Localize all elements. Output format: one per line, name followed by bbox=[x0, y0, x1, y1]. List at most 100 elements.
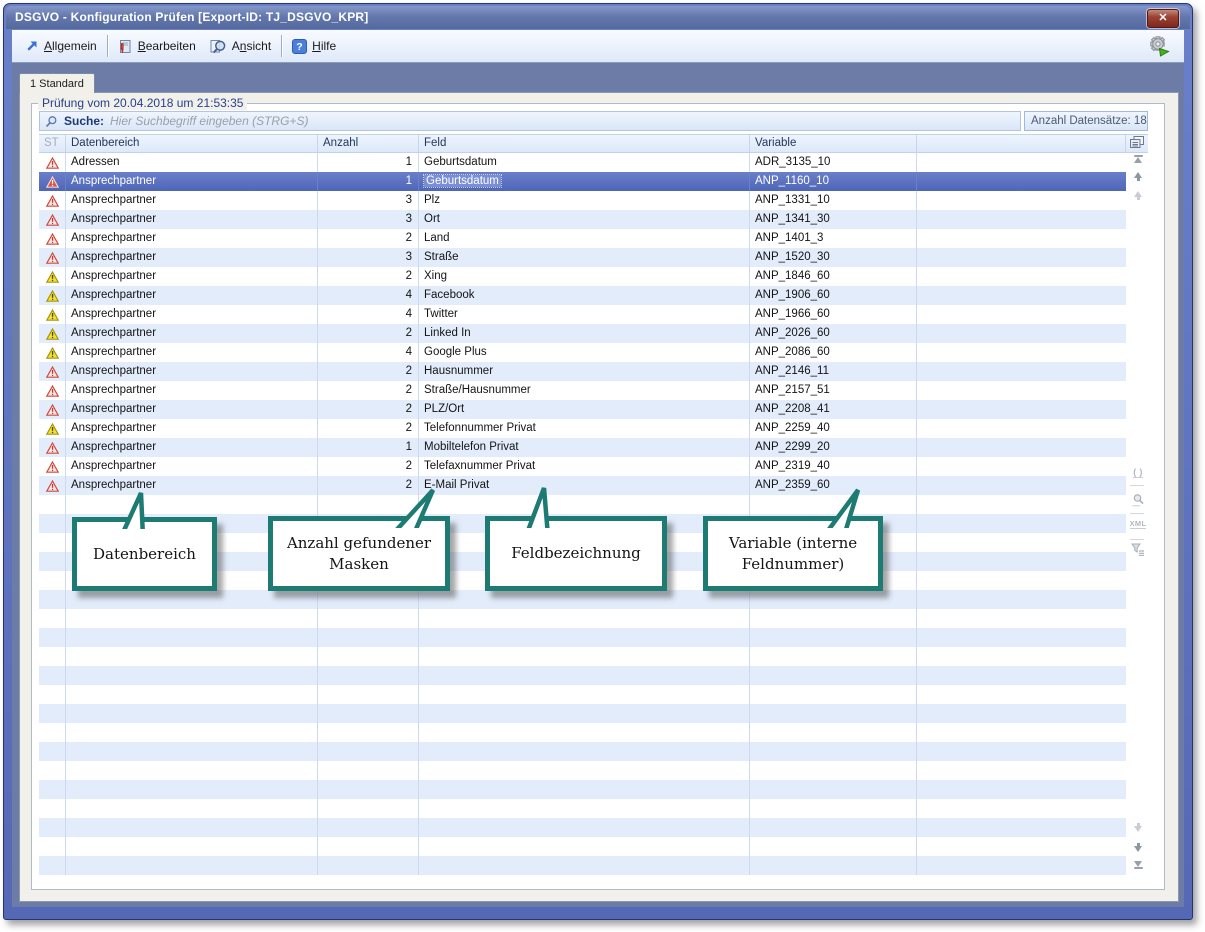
table-row-empty[interactable] bbox=[39, 495, 1126, 514]
cell-datenbereich: Ansprechpartner bbox=[66, 419, 318, 438]
table-row[interactable]: Ansprechpartner2Telefaxnummer PrivatANP_… bbox=[39, 457, 1126, 476]
cell-feld: Ort bbox=[419, 210, 750, 229]
tab-region: 1 Standard Prüfung vom 20.04.2018 um 21:… bbox=[12, 63, 1184, 907]
cell-feld: Geburtsdatum bbox=[419, 153, 750, 172]
table-row-empty[interactable] bbox=[39, 552, 1126, 571]
search-bar: Suche: Hier Suchbegriff eingeben (STRG+S… bbox=[39, 111, 1148, 131]
table-row-empty[interactable] bbox=[39, 856, 1126, 875]
cell-anzahl: 2 bbox=[318, 457, 419, 476]
arrow-up-icon[interactable] bbox=[1128, 172, 1148, 181]
table-row-empty[interactable] bbox=[39, 666, 1126, 685]
arrow-down-icon[interactable] bbox=[1128, 843, 1148, 852]
menu-item-allgemein[interactable]: Allgemein bbox=[18, 36, 104, 56]
table-row-empty[interactable] bbox=[39, 685, 1126, 704]
column-header-feld[interactable]: Feld bbox=[419, 135, 750, 152]
filter-icon[interactable] bbox=[1128, 543, 1148, 556]
table-row-empty[interactable] bbox=[39, 742, 1126, 761]
tab-standard[interactable]: 1 Standard bbox=[19, 73, 95, 93]
column-header-anzahl[interactable]: Anzahl bbox=[318, 135, 419, 152]
menu-item-ansicht[interactable]: Ansicht bbox=[203, 36, 278, 57]
cell-anzahl: 4 bbox=[318, 286, 419, 305]
cell-feld: PLZ/Ort bbox=[419, 400, 750, 419]
help-icon: ? bbox=[292, 39, 307, 54]
table-row-empty[interactable] bbox=[39, 723, 1126, 742]
cell-datenbereich: Ansprechpartner bbox=[66, 267, 318, 286]
table-row[interactable]: Ansprechpartner2XingANP_1846_60 bbox=[39, 267, 1126, 286]
table-row-empty[interactable] bbox=[39, 647, 1126, 666]
column-header-variable[interactable]: Variable bbox=[750, 135, 917, 152]
menu-item-hilfe[interactable]: ? Hilfe bbox=[285, 36, 343, 57]
arrow-down-disabled-icon[interactable] bbox=[1128, 823, 1148, 832]
table-row[interactable]: Ansprechpartner3OrtANP_1341_30 bbox=[39, 210, 1126, 229]
table-row[interactable]: Ansprechpartner1GeburtsdatumANP_1160_10 bbox=[39, 172, 1126, 191]
table-row[interactable]: Ansprechpartner2HausnummerANP_2146_11 bbox=[39, 362, 1126, 381]
cell-anzahl: 4 bbox=[318, 343, 419, 362]
column-header-st[interactable]: ST bbox=[39, 135, 66, 152]
table-row[interactable]: Ansprechpartner3PlzANP_1331_10 bbox=[39, 191, 1126, 210]
search-input[interactable]: Suche: Hier Suchbegriff eingeben (STRG+S… bbox=[39, 111, 1021, 131]
table-row-empty[interactable] bbox=[39, 533, 1126, 552]
column-chooser-button[interactable] bbox=[1126, 135, 1148, 152]
menu-item-label: Hilfe bbox=[312, 39, 336, 53]
table-row-empty[interactable] bbox=[39, 704, 1126, 723]
table-row-empty[interactable] bbox=[39, 514, 1126, 533]
tab-page: Prüfung vom 20.04.2018 um 21:53:35 Suche… bbox=[19, 92, 1179, 902]
arrow-up-right-icon bbox=[25, 39, 39, 53]
status-red-warning-icon bbox=[39, 153, 66, 172]
arrow-up-disabled-icon[interactable] bbox=[1128, 191, 1148, 200]
table-row[interactable]: Ansprechpartner2Telefonnummer PrivatANP_… bbox=[39, 419, 1126, 438]
cell-datenbereich: Ansprechpartner bbox=[66, 400, 318, 419]
table-row[interactable]: Ansprechpartner3StraßeANP_1520_30 bbox=[39, 248, 1126, 267]
cell-anzahl: 3 bbox=[318, 191, 419, 210]
cell-datenbereich: Ansprechpartner bbox=[66, 191, 318, 210]
cell-feld: Mobiltelefon Privat bbox=[419, 438, 750, 457]
table-row[interactable]: Ansprechpartner1Mobiltelefon PrivatANP_2… bbox=[39, 438, 1126, 457]
cell-anzahl: 2 bbox=[318, 476, 419, 495]
menu-item-label: Bearbeiten bbox=[138, 39, 196, 53]
grid-body: Adressen1GeburtsdatumADR_3135_10Ansprech… bbox=[39, 153, 1148, 875]
table-row-empty[interactable] bbox=[39, 571, 1126, 590]
table-row-empty[interactable] bbox=[39, 780, 1126, 799]
table-row-empty[interactable] bbox=[39, 818, 1126, 837]
cell-filler bbox=[917, 210, 1126, 229]
cell-anzahl: 1 bbox=[318, 153, 419, 172]
edit-page-icon bbox=[118, 39, 133, 54]
search-icon[interactable] bbox=[1128, 493, 1148, 507]
table-row[interactable]: Ansprechpartner2PLZ/OrtANP_2208_41 bbox=[39, 400, 1126, 419]
table-row[interactable]: Ansprechpartner4Google PlusANP_2086_60 bbox=[39, 343, 1126, 362]
table-row[interactable]: Adressen1GeburtsdatumADR_3135_10 bbox=[39, 153, 1126, 172]
gear-run-icon[interactable] bbox=[1148, 36, 1170, 57]
status-yellow-warning-icon bbox=[39, 343, 66, 362]
cell-feld: Twitter bbox=[419, 305, 750, 324]
cell-filler bbox=[917, 476, 1126, 495]
scroll-bottom-icon[interactable] bbox=[1128, 861, 1148, 869]
column-header-filler[interactable] bbox=[917, 135, 1126, 152]
table-row-empty[interactable] bbox=[39, 799, 1126, 818]
table-row[interactable]: Ansprechpartner4TwitterANP_1966_60 bbox=[39, 305, 1126, 324]
menu-item-label: Ansicht bbox=[232, 39, 271, 53]
cell-filler bbox=[917, 381, 1126, 400]
cell-datenbereich: Ansprechpartner bbox=[66, 172, 318, 191]
cell-variable: ANP_1401_3 bbox=[750, 229, 917, 248]
braces-icon[interactable]: ( ) bbox=[1128, 468, 1148, 478]
table-row-empty[interactable] bbox=[39, 590, 1126, 609]
xml-icon[interactable]: XML bbox=[1128, 519, 1148, 529]
menu-item-bearbeiten[interactable]: Bearbeiten bbox=[111, 36, 203, 57]
scroll-top-icon[interactable] bbox=[1128, 155, 1148, 163]
column-header-datenbereich[interactable]: Datenbereich bbox=[66, 135, 318, 152]
table-row[interactable]: Ansprechpartner2Linked InANP_2026_60 bbox=[39, 324, 1126, 343]
table-row-empty[interactable] bbox=[39, 628, 1126, 647]
close-button[interactable]: ✕ bbox=[1147, 9, 1179, 28]
cell-filler bbox=[917, 438, 1126, 457]
table-row[interactable]: Ansprechpartner2LandANP_1401_3 bbox=[39, 229, 1126, 248]
cell-filler bbox=[917, 343, 1126, 362]
cell-datenbereich: Adressen bbox=[66, 153, 318, 172]
table-row-empty[interactable] bbox=[39, 837, 1126, 856]
table-row-empty[interactable] bbox=[39, 609, 1126, 628]
table-row-empty[interactable] bbox=[39, 761, 1126, 780]
table-row[interactable]: Ansprechpartner4FacebookANP_1906_60 bbox=[39, 286, 1126, 305]
cell-feld: Straße/Hausnummer bbox=[419, 381, 750, 400]
cell-datenbereich: Ansprechpartner bbox=[66, 457, 318, 476]
table-row[interactable]: Ansprechpartner2E-Mail PrivatANP_2359_60 bbox=[39, 476, 1126, 495]
table-row[interactable]: Ansprechpartner2Straße/HausnummerANP_215… bbox=[39, 381, 1126, 400]
